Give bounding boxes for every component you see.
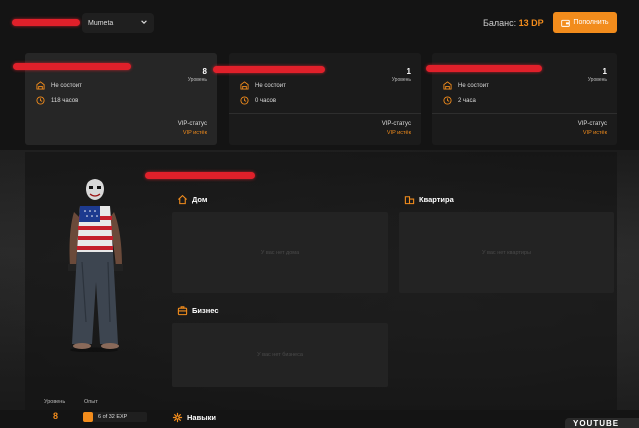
redacted-username (12, 19, 80, 26)
card-vip-value: VIP истёк (582, 130, 607, 136)
redacted-character-name (13, 63, 131, 70)
card-hours-row: 2 часа (443, 96, 476, 105)
skills-icon (172, 412, 183, 423)
balance-value: 13 DP (518, 18, 544, 28)
card-vip-label: VIP-статус (381, 121, 411, 127)
character-figure (68, 176, 123, 352)
house-empty-text: У вас нет дома (260, 249, 300, 256)
card-org-row: Не состоит (36, 81, 82, 90)
card-hours: 118 часов (51, 97, 79, 104)
business-box: У вас нет бизнеса (172, 323, 388, 387)
chevron-down-icon (141, 20, 147, 24)
redacted-character-name (426, 65, 542, 72)
apartment-box: У вас нет квартиры (399, 212, 614, 293)
apartment-icon (404, 196, 415, 205)
topup-button[interactable]: Пополнить (553, 12, 617, 33)
card-level: 1 (406, 67, 411, 76)
home-icon (177, 194, 188, 205)
business-title-text: Бизнес (192, 306, 219, 315)
balance-label: Баланс: (483, 18, 517, 28)
house-box: У вас нет дома (172, 212, 388, 293)
exp-indicator (83, 412, 93, 422)
level-label: Уровень (44, 399, 66, 405)
briefcase-icon (177, 306, 188, 316)
card-divider (229, 113, 421, 114)
card-level-label: Уровень (587, 77, 607, 83)
card-level-label: Уровень (187, 77, 207, 83)
card-divider (432, 113, 617, 114)
redacted-selected-character-name (145, 172, 255, 179)
clock-icon (36, 96, 45, 105)
business-title: Бизнес (177, 305, 219, 316)
card-org-row: Не состоит (240, 81, 286, 90)
card-level: 8 (202, 67, 207, 76)
topup-label: Пополнить (573, 19, 609, 26)
character-card-2[interactable]: 1 Уровень Не состоит 0 часов VIP-статус … (213, 53, 421, 145)
building-icon (36, 81, 45, 90)
server-select[interactable]: Mumeta (82, 13, 154, 33)
clock-icon (443, 96, 452, 105)
card-vip-value: VIP истёк (386, 130, 411, 136)
card-org: Не состоит (458, 82, 489, 89)
apartment-title-text: Квартира (419, 195, 454, 204)
card-vip-label: VIP-статус (577, 121, 607, 127)
balance: Баланс: 13 DP (483, 18, 544, 28)
card-hours-row: 118 часов (36, 96, 78, 105)
server-select-value: Mumeta (88, 19, 114, 27)
card-vip-value: VIP истёк (182, 130, 207, 136)
exp-label: Опыт (84, 399, 98, 405)
exp-bar: 6 of 32 EXP (83, 412, 147, 422)
building-icon (240, 81, 249, 90)
wallet-icon (561, 19, 571, 27)
apartment-empty-text: У вас нет квартиры (481, 249, 532, 256)
card-org: Не состоит (51, 82, 82, 89)
skills-title: Навыки (172, 412, 216, 423)
character-card-3[interactable]: 1 Уровень Не состоит 2 часа VIP-статус V… (426, 53, 617, 145)
card-org-row: Не состоит (443, 81, 489, 90)
redacted-character-name (213, 66, 325, 73)
card-hours: 2 часа (458, 97, 476, 104)
watermark: YOUTUBE (565, 418, 639, 428)
card-hours-row: 0 часов (240, 96, 276, 105)
clock-icon (240, 96, 249, 105)
business-empty-text: У вас нет бизнеса (257, 352, 303, 358)
card-level: 1 (602, 67, 607, 76)
card-hours: 0 часов (255, 97, 277, 104)
house-title-text: Дом (192, 195, 208, 204)
card-level-label: Уровень (391, 77, 411, 83)
card-vip-label: VIP-статус (177, 121, 207, 127)
exp-value: 6 of 32 EXP (98, 414, 128, 420)
card-org: Не состоит (255, 82, 286, 89)
character-card-1[interactable]: 8 Уровень Не состоит 118 часов VIP-стату… (13, 53, 217, 145)
house-title: Дом (177, 194, 207, 205)
apartment-title: Квартира (404, 194, 454, 205)
skills-title-text: Навыки (187, 413, 216, 422)
level-value: 8 (53, 411, 59, 421)
building-icon (443, 81, 452, 90)
